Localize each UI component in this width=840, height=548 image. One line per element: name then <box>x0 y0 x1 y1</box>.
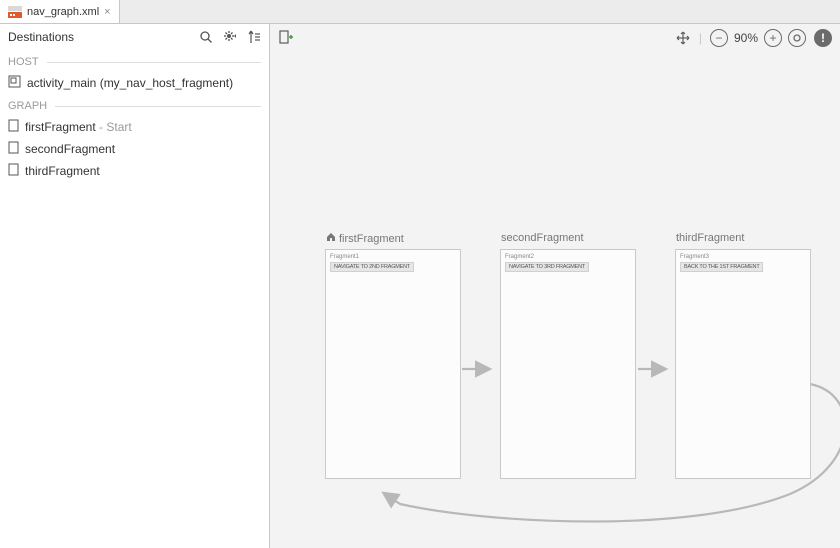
destinations-panel: Destinations HOST activity_main (my_ <box>0 24 270 548</box>
graph-section-label: GRAPH <box>0 94 269 116</box>
pan-tool-icon[interactable] <box>675 30 691 46</box>
zoom-level: 90% <box>734 31 758 45</box>
panel-title: Destinations <box>8 30 74 44</box>
zoom-in-button[interactable]: + <box>764 29 782 47</box>
graph-item-first[interactable]: firstFragment - Start <box>0 116 269 138</box>
settings-icon[interactable] <box>223 30 237 44</box>
graph-item-second[interactable]: secondFragment <box>0 138 269 160</box>
warnings-icon[interactable]: ! <box>814 29 832 47</box>
canvas-node-third[interactable]: thirdFragment Fragment3 BACK TO THE 1ST … <box>675 249 811 479</box>
add-destination-icon[interactable] <box>278 30 294 46</box>
nav-canvas[interactable]: | − 90% + ! <box>270 24 840 548</box>
host-item[interactable]: activity_main (my_nav_host_fragment) <box>0 72 269 94</box>
activity-icon <box>8 75 21 91</box>
preview-button: BACK TO THE 1ST FRAGMENT <box>680 262 763 272</box>
preview-button: NAVIGATE TO 2ND FRAGMENT <box>330 262 414 272</box>
home-icon <box>326 232 336 245</box>
close-tab-icon[interactable]: × <box>104 6 110 18</box>
tab-bar: nav_graph.xml × <box>0 0 840 24</box>
host-section-label: HOST <box>0 50 269 72</box>
canvas-node-second[interactable]: secondFragment Fragment2 NAVIGATE TO 3RD… <box>500 249 636 479</box>
divider <box>47 62 261 63</box>
preview-button: NAVIGATE TO 3RD FRAGMENT <box>505 262 589 272</box>
zoom-controls: − 90% + <box>710 29 806 47</box>
divider <box>55 106 261 107</box>
zoom-reset-button[interactable] <box>788 29 806 47</box>
tab-filename: nav_graph.xml <box>27 6 99 18</box>
file-tab[interactable]: nav_graph.xml × <box>0 0 120 23</box>
graph-item-third[interactable]: thirdFragment <box>0 160 269 182</box>
auto-arrange-icon[interactable] <box>247 30 261 44</box>
fragment-icon <box>8 141 19 157</box>
search-icon[interactable] <box>199 30 213 44</box>
host-item-label: activity_main (my_nav_host_fragment) <box>27 76 233 90</box>
fragment-icon <box>8 119 19 135</box>
canvas-node-first[interactable]: firstFragment Fragment1 NAVIGATE TO 2ND … <box>325 249 461 479</box>
fragment-icon <box>8 163 19 179</box>
zoom-out-button[interactable]: − <box>710 29 728 47</box>
xml-file-icon <box>8 6 22 18</box>
